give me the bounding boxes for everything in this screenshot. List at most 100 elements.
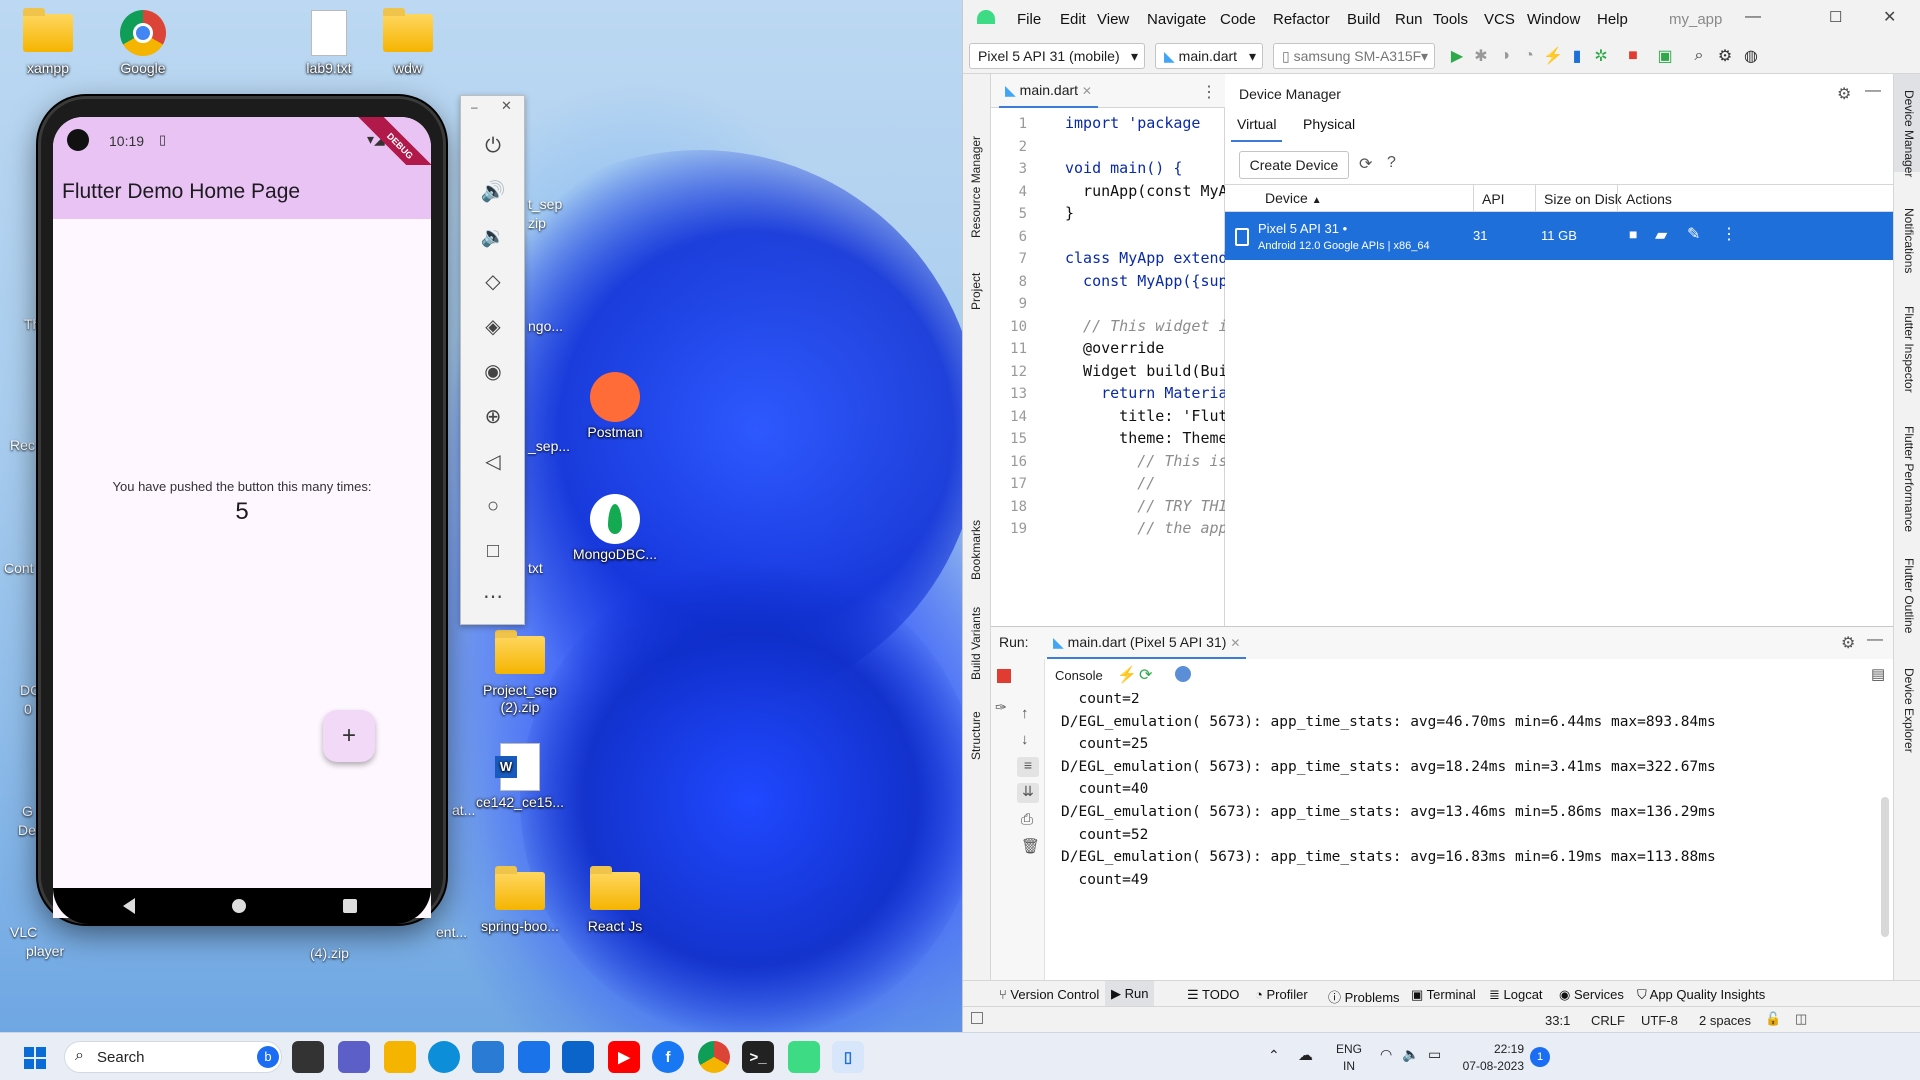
gear-icon[interactable]: ⚙ xyxy=(1837,84,1851,104)
desktop-icon-mongodb[interactable]: MongoDBC... xyxy=(570,494,660,563)
file-encoding[interactable]: UTF-8 xyxy=(1641,1013,1678,1028)
devtools-icon[interactable] xyxy=(1175,666,1191,682)
open-folder-icon[interactable]: ▰ xyxy=(1655,225,1667,245)
target-device-select[interactable]: Pixel 5 API 31 (mobile) ▾ xyxy=(969,43,1145,69)
tool-flutter-performance[interactable]: Flutter Performance xyxy=(1902,426,1916,532)
layout-icon[interactable]: ▤ xyxy=(1871,665,1885,683)
menu-refactor[interactable]: Refactor xyxy=(1273,11,1330,28)
run-tab[interactable]: ◣ main.dart (Pixel 5 API 31) ✕ xyxy=(1047,627,1247,659)
desktop-icon-word-doc[interactable]: W ce142_ce15... xyxy=(475,742,565,811)
hot-restart-icon[interactable]: ⟳ xyxy=(1139,665,1152,685)
apply-changes-icon[interactable]: ▮ xyxy=(1567,46,1587,66)
tab-physical[interactable]: Physical xyxy=(1303,116,1355,132)
coverage-icon[interactable]: ◑ xyxy=(1495,46,1515,66)
editor-tab-main-dart[interactable]: ◣ main.dart ✕ xyxy=(999,74,1098,108)
tab-menu-icon[interactable]: ⋮ xyxy=(1201,82,1217,102)
console-scrollbar[interactable] xyxy=(1881,797,1889,937)
tool-structure[interactable]: Structure xyxy=(969,711,983,760)
menu-build[interactable]: Build xyxy=(1347,11,1380,28)
emulator-screen[interactable]: 10:19 ▯ ▾◢ DEBUG Flutter Demo Home Page … xyxy=(53,117,431,918)
tab-app-quality-insights[interactable]: ⛉ App Quality Insights xyxy=(1637,987,1765,1003)
hot-reload-icon[interactable]: ⚡ xyxy=(1543,46,1563,66)
menu-navigate[interactable]: Navigate xyxy=(1147,11,1206,28)
desktop-icon-google[interactable]: Google xyxy=(98,8,188,77)
tab-profiler[interactable]: ◔ Profiler xyxy=(1255,987,1308,1002)
physical-device-select[interactable]: ▯ samsung SM-A315F ▾ xyxy=(1273,43,1435,69)
task-view-icon[interactable] xyxy=(292,1041,324,1073)
desktop-icon-react-js[interactable]: React Js xyxy=(570,866,660,935)
tool-bookmarks[interactable]: Bookmarks xyxy=(969,520,983,580)
back-icon[interactable]: ◁ xyxy=(477,445,509,477)
chrome-icon[interactable] xyxy=(698,1041,730,1073)
desktop-icon-xampp[interactable]: xampp xyxy=(3,8,93,77)
layout-toggle-icon[interactable] xyxy=(971,1012,983,1024)
volume-up-icon[interactable]: 🔊 xyxy=(477,175,509,207)
tab-services[interactable]: ◉ Services xyxy=(1559,987,1624,1003)
device-manager-icon[interactable]: ▣ xyxy=(1655,46,1675,66)
file-explorer-icon[interactable] xyxy=(384,1041,416,1073)
create-device-button[interactable]: Create Device xyxy=(1239,151,1349,179)
home-icon[interactable]: ○ xyxy=(477,490,509,522)
hot-reload-icon[interactable]: ⚡ xyxy=(1117,665,1137,685)
menu-file[interactable]: File xyxy=(1017,11,1041,28)
nav-home-icon[interactable] xyxy=(232,899,246,913)
more-icon[interactable]: ⋯ xyxy=(477,580,509,612)
youtube-icon[interactable]: ▶ xyxy=(608,1041,640,1073)
tool-flutter-inspector[interactable]: Flutter Inspector xyxy=(1902,306,1916,393)
power-icon[interactable]: ⏻ xyxy=(477,130,509,162)
menu-view[interactable]: View xyxy=(1097,11,1129,28)
notepad-icon[interactable] xyxy=(518,1041,550,1073)
help-icon[interactable]: ? xyxy=(1387,154,1396,172)
menu-help[interactable]: Help xyxy=(1597,11,1628,28)
notification-badge[interactable]: 1 xyxy=(1530,1047,1550,1067)
menu-tools[interactable]: Tools xyxy=(1433,11,1468,28)
notification-bell-icon[interactable]: ◫ xyxy=(1795,1011,1807,1027)
lock-icon[interactable]: 🔓 xyxy=(1765,1011,1781,1027)
tab-version-control[interactable]: ⑂ Version Control xyxy=(999,987,1099,1002)
mail-icon[interactable] xyxy=(562,1041,594,1073)
minimize-icon[interactable]: – xyxy=(471,100,478,114)
input-language[interactable]: ENG IN xyxy=(1336,1041,1362,1075)
volume-down-icon[interactable]: 🔉 xyxy=(477,220,509,252)
nav-back-icon[interactable] xyxy=(123,898,135,914)
tab-logcat[interactable]: ≣ Logcat xyxy=(1489,987,1543,1003)
android-studio-icon[interactable] xyxy=(788,1041,820,1073)
edit-pencil-icon[interactable]: ✎ xyxy=(1687,224,1700,244)
volume-icon[interactable]: 🔈 xyxy=(1402,1046,1419,1063)
taskbar-search-box[interactable]: ⌕ Search b xyxy=(64,1041,282,1073)
wifi-icon[interactable]: ◠ xyxy=(1380,1046,1392,1063)
menu-edit[interactable]: Edit xyxy=(1060,11,1086,28)
vscode-icon[interactable] xyxy=(472,1041,504,1073)
rotate-left-icon[interactable]: ◇ xyxy=(477,265,509,297)
desktop-icon-spring-boot[interactable]: spring-boo... xyxy=(475,866,565,935)
menu-code[interactable]: Code xyxy=(1220,11,1256,28)
tab-virtual[interactable]: Virtual xyxy=(1231,116,1283,142)
device-row[interactable]: Pixel 5 API 31 • Android 12.0 Google API… xyxy=(1225,212,1893,260)
desktop-icon-project-zip[interactable]: Project_sep (2).zip xyxy=(475,630,565,716)
window-maximize-button[interactable]: ☐ xyxy=(1829,8,1842,26)
increment-fab[interactable]: + xyxy=(323,710,375,762)
code-editor[interactable]: ◣ main.dart ✕ ⋮ 1 2 3 4 5 6 7 8 9 10 11 12 13 14 15 16 1… xyxy=(991,74,1225,626)
window-close-button[interactable]: ✕ xyxy=(1883,7,1896,27)
edge-icon[interactable] xyxy=(428,1041,460,1073)
emulator-icon[interactable]: ▯ xyxy=(832,1041,864,1073)
indent-setting[interactable]: 2 spaces xyxy=(1699,1013,1751,1028)
console-tab[interactable]: Console xyxy=(1055,668,1103,683)
clock[interactable]: 22:19 07-08-2023 xyxy=(1454,1041,1524,1075)
tab-run[interactable]: ▶ Run xyxy=(1105,981,1155,1007)
stop-device-icon[interactable]: ■ xyxy=(1629,226,1637,242)
hide-panel-icon[interactable]: — xyxy=(1867,631,1883,649)
run-config-select[interactable]: ◣ main.dart ▾ xyxy=(1155,43,1263,69)
attach-debugger-icon[interactable]: ✲ xyxy=(1591,46,1611,66)
profile-icon[interactable]: ◔ xyxy=(1519,46,1539,66)
menu-run[interactable]: Run xyxy=(1395,11,1423,28)
battery-icon[interactable]: ▭ xyxy=(1428,1046,1441,1063)
search-icon[interactable]: ⌕ xyxy=(1689,46,1709,66)
close-tab-icon[interactable]: ✕ xyxy=(1082,84,1092,98)
menu-vcs[interactable]: VCS xyxy=(1484,11,1515,28)
console-output[interactable]: count=2 D/EGL_emulation( 5673): app_time_… xyxy=(991,693,1879,981)
tool-build-variants[interactable]: Build Variants xyxy=(969,607,983,680)
column-actions[interactable]: Actions xyxy=(1617,185,1672,213)
overview-icon[interactable]: □ xyxy=(477,535,509,567)
column-size[interactable]: Size on Disk xyxy=(1535,185,1622,213)
